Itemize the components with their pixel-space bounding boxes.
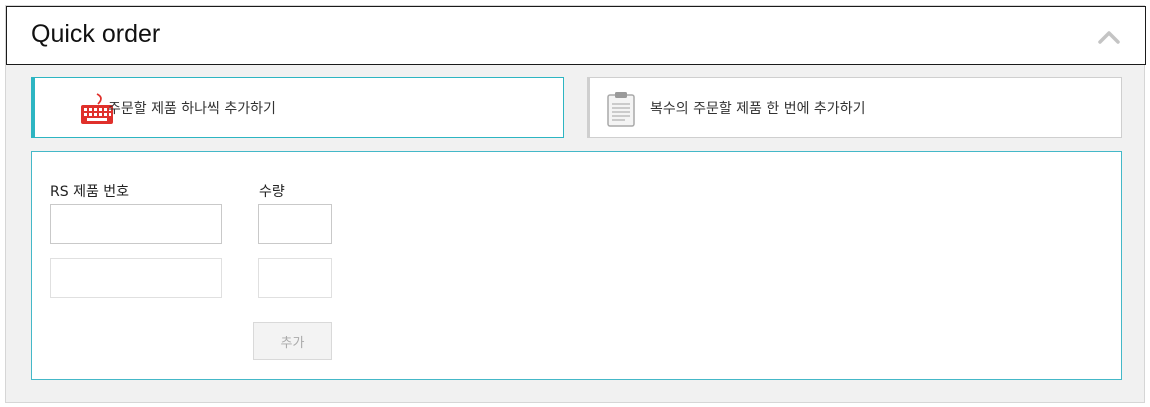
- clipboard-icon: [607, 92, 635, 127]
- part-number-input-1[interactable]: [50, 204, 222, 244]
- tab-add-single-label: 주문할 제품 하나씩 추가하기: [108, 101, 276, 117]
- quantity-input-2[interactable]: [258, 258, 332, 298]
- tab-add-multiple[interactable]: 복수의 주문할 제품 한 번에 추가하기: [587, 77, 1122, 138]
- quick-order-panel: Quick order 주문할 제품 하나씩 추가하기 복수의 주문할 제품 한…: [5, 5, 1146, 403]
- single-add-form: RS 제품 번호 수량 추가: [31, 151, 1122, 380]
- quick-order-header[interactable]: Quick order: [6, 6, 1146, 65]
- part-number-input-2[interactable]: [50, 258, 222, 298]
- tab-add-multiple-label: 복수의 주문할 제품 한 번에 추가하기: [650, 101, 866, 117]
- quantity-input-1[interactable]: [258, 204, 332, 244]
- panel-title: Quick order: [31, 20, 161, 48]
- chevron-up-icon[interactable]: [1097, 27, 1121, 45]
- tab-add-single[interactable]: 주문할 제품 하나씩 추가하기: [31, 77, 564, 138]
- quantity-label: 수량: [259, 184, 285, 200]
- part-number-label: RS 제품 번호: [50, 184, 130, 200]
- add-button[interactable]: 추가: [253, 322, 332, 360]
